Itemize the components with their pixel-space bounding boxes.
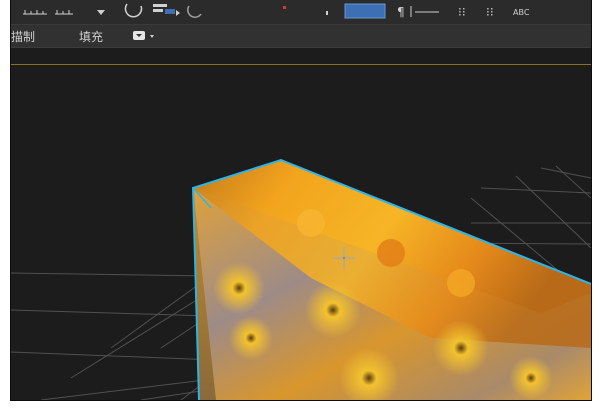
fill-swatch-icon[interactable] [129,25,169,47]
app-window: ¶ ⁝⁝ ⁝⁝ ABC 描制 填充 [10,0,592,401]
align-icon[interactable] [153,4,180,16]
top-toolbar: ¶ ⁝⁝ ⁝⁝ ABC [11,0,591,25]
3d-viewport[interactable] [11,48,591,400]
svg-text:¶: ¶ [397,5,405,19]
dropdown-arrow-icon[interactable] [97,10,105,15]
ruler-icon[interactable] [23,10,73,15]
pin-icon[interactable] [283,6,286,9]
fill-label[interactable]: 填充 [79,28,103,45]
text-path-icon[interactable]: ¶ [397,5,439,19]
color-rect-icon[interactable] [344,3,386,19]
3d-box-object[interactable] [191,158,591,400]
stroke-label[interactable]: 描制 [11,28,35,45]
pin-icon[interactable]: ⁝⁝ [458,5,466,19]
circle-icon[interactable] [187,5,202,18]
pin-icon[interactable]: ⁝⁝ [486,5,494,19]
pin-icon[interactable] [326,11,328,15]
text-tool-label[interactable]: ABC [513,8,530,17]
circle-icon[interactable] [124,3,143,18]
options-bar: 描制 填充 [11,25,591,48]
